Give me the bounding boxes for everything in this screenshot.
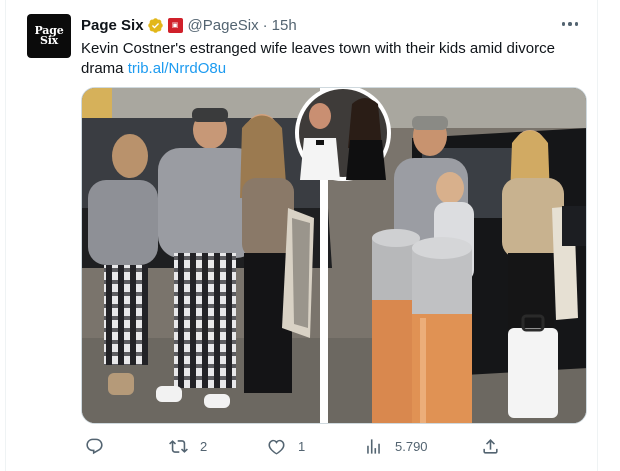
more-options-icon[interactable]: [559, 14, 581, 34]
share-icon: [483, 438, 498, 454]
tweet-photo[interactable]: [81, 87, 587, 424]
tweet-header: Page Six ▣ @PageSix · 15h: [81, 15, 297, 35]
retweet-icon: [169, 439, 188, 453]
like-count: 1: [298, 438, 306, 454]
avatar[interactable]: Page Six: [27, 14, 71, 58]
affiliate-badge-icon[interactable]: ▣: [167, 17, 183, 33]
views-button[interactable]: 5.790: [364, 434, 428, 458]
tweet-card[interactable]: Page Six Page Six ▣ @PageSix · 15h Kevin…: [5, 0, 598, 471]
display-name[interactable]: Page Six: [81, 17, 144, 34]
views-chart-icon: [367, 438, 380, 454]
reply-button[interactable]: [85, 434, 116, 458]
verified-badge-icon[interactable]: [147, 17, 164, 34]
reply-icon: [86, 438, 103, 454]
photo-illustration: [82, 88, 586, 423]
timestamp[interactable]: 15h: [272, 17, 297, 34]
retweet-count: 2: [200, 438, 208, 454]
tweet-text: Kevin Costner's estranged wife leaves to…: [81, 39, 581, 79]
views-count: 5.790: [395, 438, 428, 454]
user-handle[interactable]: @PageSix: [188, 17, 259, 34]
share-button[interactable]: [481, 434, 500, 458]
tweet-actions: 2 1 5.790: [81, 434, 521, 458]
retweet-button[interactable]: 2: [169, 434, 207, 458]
avatar-logo-line-2: Six: [39, 34, 59, 47]
like-button[interactable]: 1: [267, 434, 305, 458]
heart-icon: [268, 439, 285, 455]
separator-dot: ·: [262, 16, 268, 34]
tweet-link[interactable]: trib.al/NrrdO8u: [128, 60, 226, 77]
